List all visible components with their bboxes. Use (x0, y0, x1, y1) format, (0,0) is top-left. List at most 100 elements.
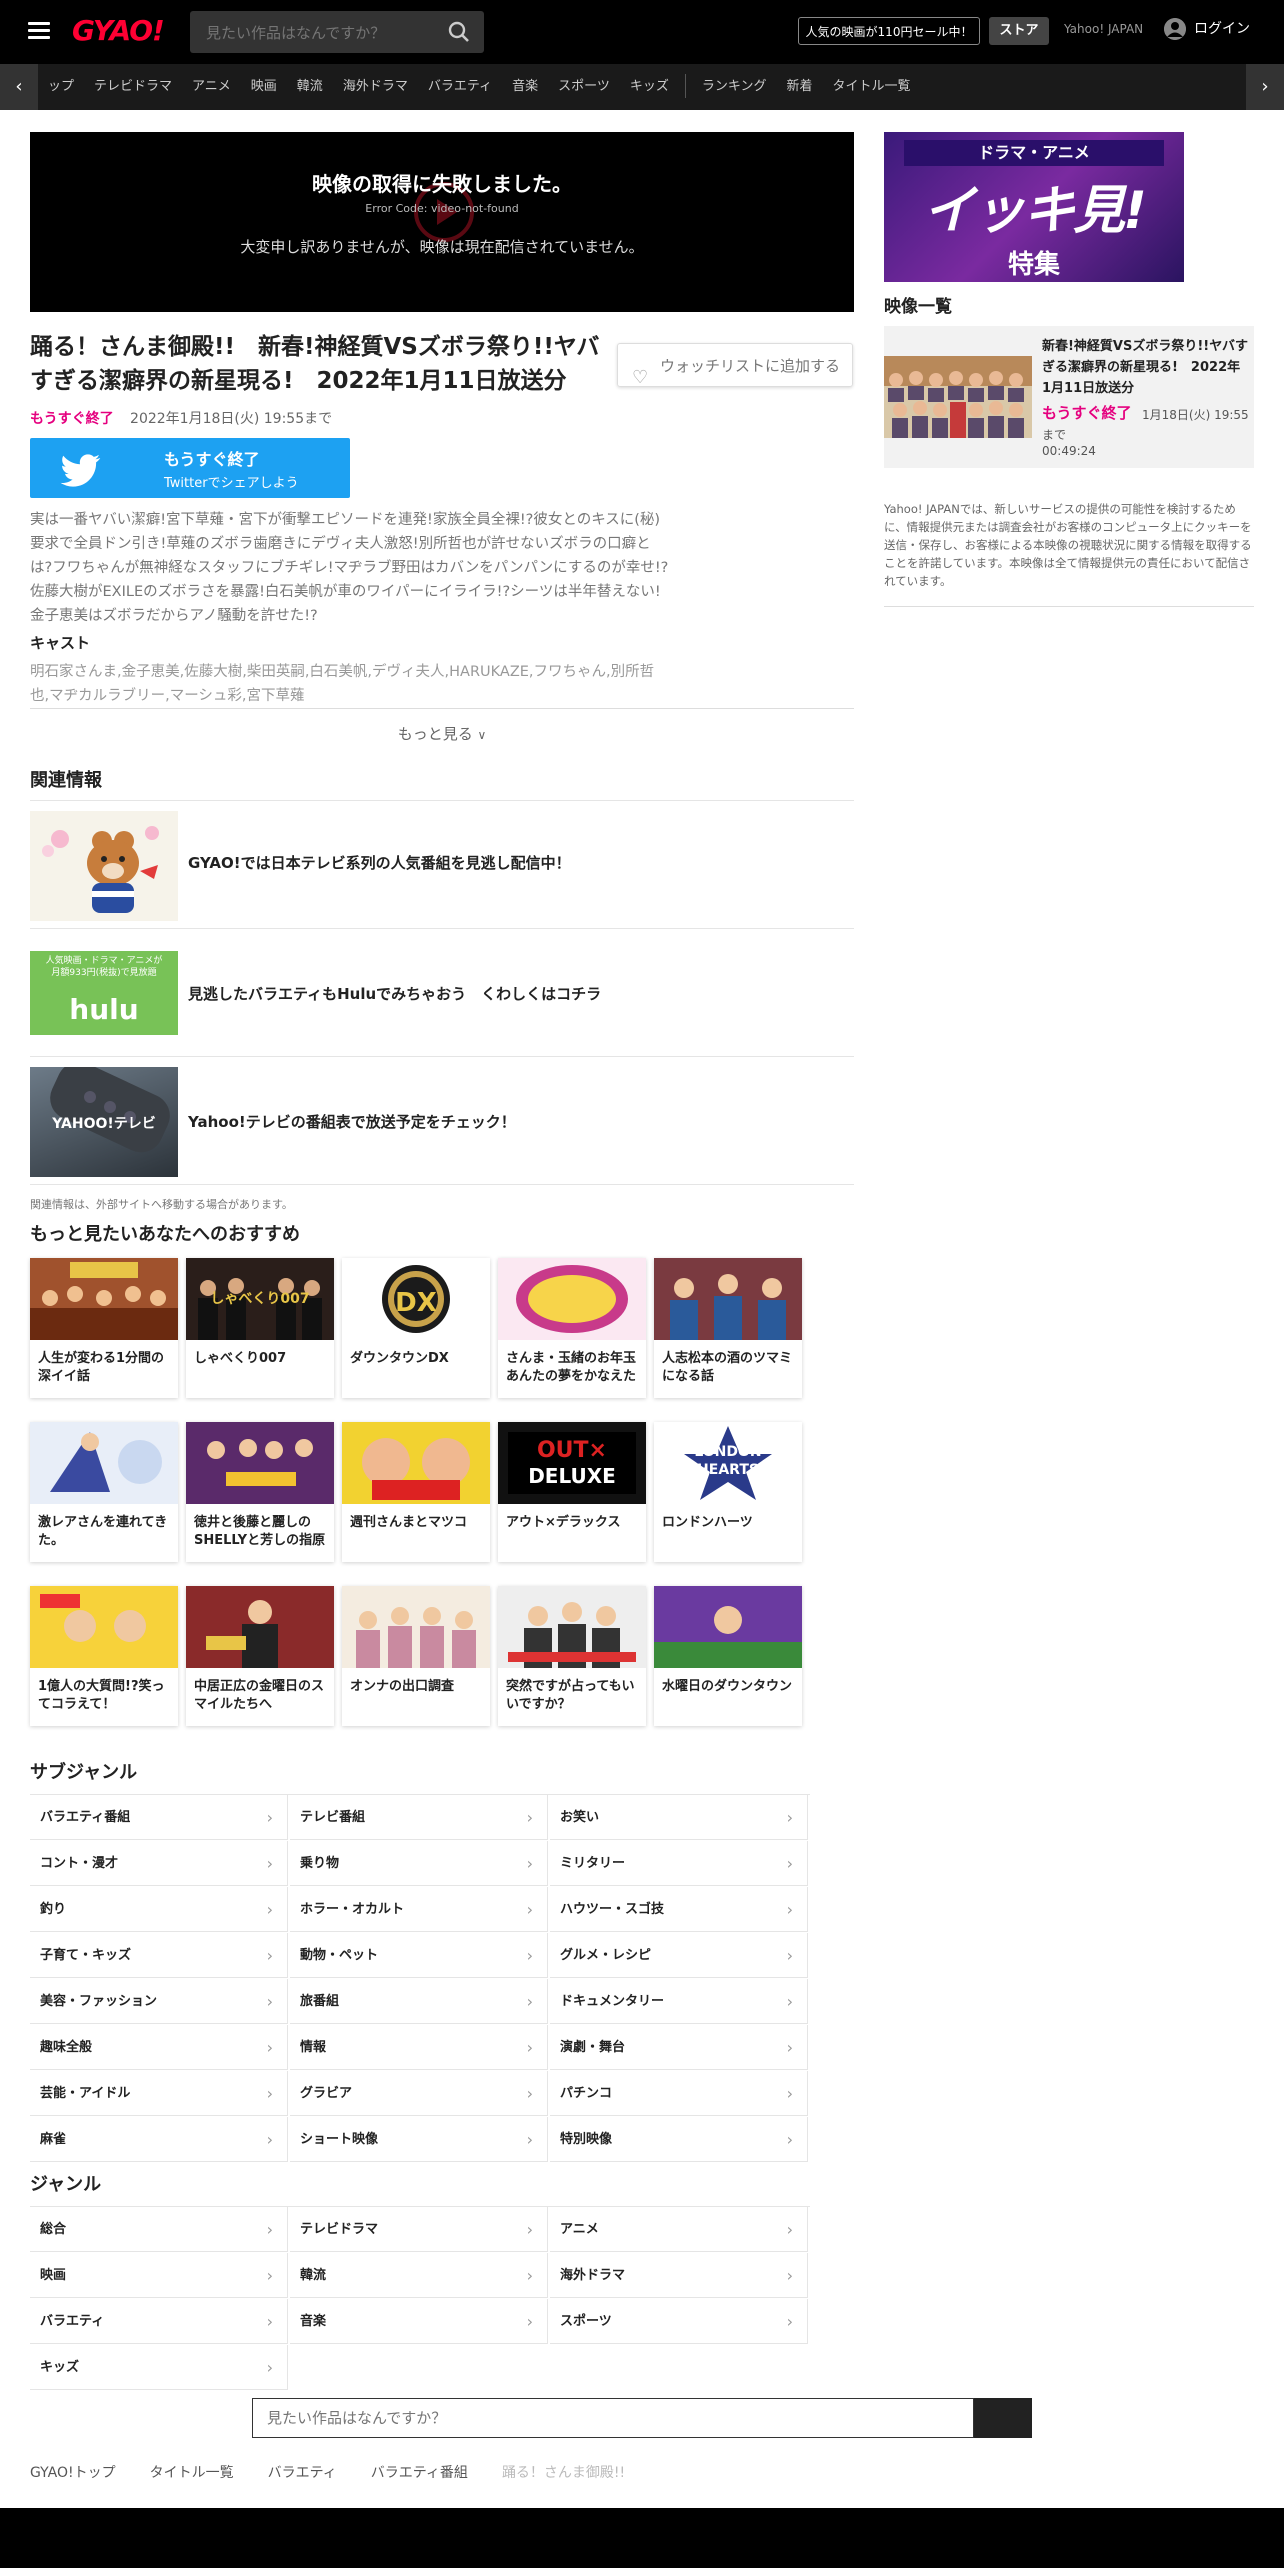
subgenre-item[interactable]: 釣り › (30, 1887, 288, 1932)
subgenre-heading: サブジャンル (30, 1762, 138, 1783)
sale-button[interactable]: 人気の映画が110円セール中！ (798, 17, 980, 45)
banner-sub: 特集 (1007, 250, 1060, 280)
genre-item[interactable]: 総合 › (30, 2207, 288, 2252)
subgenre-item[interactable]: 趣味全般 › (30, 2025, 288, 2070)
login-button[interactable]: ログイン (1164, 18, 1250, 40)
subgenre-label: 情報 (300, 2040, 327, 2055)
nav-item[interactable]: ランキング (702, 64, 767, 110)
more-button[interactable]: もっと見る ∨ (30, 708, 854, 759)
genre-item[interactable]: スポーツ › (550, 2299, 808, 2344)
subgenre-item[interactable]: 情報 › (290, 2025, 548, 2070)
recommend-thumb (186, 1422, 334, 1504)
search-icon[interactable] (448, 21, 470, 47)
recommend-card[interactable]: 人志松本の酒のツマミになる話 (654, 1258, 802, 1398)
genre-item[interactable]: バラエティ › (30, 2299, 288, 2344)
recommend-title: オンナの出口調査 (350, 1679, 455, 1694)
nav-item[interactable]: ップ (48, 64, 74, 110)
subgenre-item[interactable]: 演劇・舞台 › (550, 2025, 808, 2070)
thumb-title-2: DELUXE (528, 1464, 616, 1488)
nav-item[interactable]: 韓流 (297, 64, 323, 110)
video-card[interactable]: 新春!神経質VSズボラ祭り!!ヤバすぎる潔癖界の新星現る! 2022年1月11日… (884, 326, 1254, 468)
subgenre-item[interactable]: 美容・ファッション › (30, 1979, 288, 2024)
subgenre-item[interactable]: 芸能・アイドル › (30, 2071, 288, 2116)
logo[interactable]: GYAO! (72, 14, 165, 47)
store-button[interactable]: ストア (989, 17, 1049, 45)
genre-item[interactable]: 映画 › (30, 2253, 288, 2298)
subgenre-item[interactable]: テレビ番組 › (290, 1795, 548, 1840)
menu-icon[interactable] (28, 22, 50, 40)
recommend-card[interactable]: 中居正広の金曜日のスマイルたちへ (186, 1586, 334, 1726)
more-label: もっと見る (397, 725, 473, 743)
nav-item[interactable]: 海外ドラマ (343, 64, 408, 110)
nav-item[interactable]: アニメ (192, 64, 231, 110)
related-heading: 関連情報 (30, 770, 102, 791)
recommend-card[interactable]: オンナの出口調査 (342, 1586, 490, 1726)
bottom-search-input[interactable] (252, 2398, 974, 2438)
subgenre-item[interactable]: 特別映像 › (550, 2117, 808, 2162)
nav-item[interactable]: バラエティ (428, 64, 492, 110)
recommend-card[interactable]: 水曜日のダウンタウン (654, 1586, 802, 1726)
subgenre-item[interactable]: 動物・ペット › (290, 1933, 548, 1978)
breadcrumb-item[interactable]: バラエティ (268, 2465, 337, 2481)
nav-item[interactable]: 音楽 (512, 64, 538, 110)
subgenre-item[interactable]: ハウツー・スゴ技 › (550, 1887, 808, 1932)
subgenre-item[interactable]: コント・漫才 › (30, 1841, 288, 1886)
search-input[interactable] (204, 20, 428, 46)
breadcrumb-item[interactable]: バラエティ番組 (371, 2465, 468, 2481)
chevron-left-icon[interactable]: ‹ (0, 64, 38, 110)
nav-item[interactable]: タイトル一覧 (832, 64, 910, 110)
subgenre-item[interactable]: 麻雀 › (30, 2117, 288, 2162)
video-player[interactable]: 映像の取得に失敗しました。 Error Code: video-not-foun… (30, 132, 854, 312)
twitter-share-button[interactable]: もうすぐ終了 Twitterでシェアしよう (30, 438, 350, 498)
genre-item[interactable]: テレビドラマ › (290, 2207, 548, 2252)
subgenre-item[interactable]: グラビア › (290, 2071, 548, 2116)
genre-item[interactable]: 韓流 › (290, 2253, 548, 2298)
subgenre-item[interactable]: 旅番組 › (290, 1979, 548, 2024)
recommend-card[interactable]: さんま・玉緒のお年玉あんたの夢をかなえたろかSP (498, 1258, 646, 1398)
related-note: 関連情報は、外部サイトへ移動する場合があります。 (30, 1198, 293, 1211)
recommend-thumb (654, 1258, 802, 1340)
recommend-card[interactable]: 1億人の大質問!?笑ってコラえて！ (30, 1586, 178, 1726)
recommend-card[interactable]: 徳井と後藤と麗しのSHELLYと芳しの指原が今夜くらべてみました (186, 1422, 334, 1562)
chevron-right-icon[interactable]: › (1246, 64, 1284, 110)
subgenre-item[interactable]: パチンコ › (550, 2071, 808, 2116)
subgenre-item[interactable]: 乗り物 › (290, 1841, 548, 1886)
nav-item[interactable]: キッズ (630, 64, 669, 110)
genre-item[interactable]: アニメ › (550, 2207, 808, 2252)
breadcrumb-item[interactable]: GYAO!トップ (30, 2465, 116, 2481)
recommend-card[interactable]: 激レアさんを連れてきた。 (30, 1422, 178, 1562)
genre-item[interactable]: キッズ › (30, 2345, 288, 2390)
subgenre-item[interactable]: バラエティ番組 › (30, 1795, 288, 1840)
genre-heading: ジャンル (30, 2174, 102, 2195)
related-item[interactable]: GYAO!では日本テレビ系列の人気番組を見逃し配信中！ (30, 800, 854, 929)
recommend-card[interactable]: LONDON HEARTS ロンドンハーツ (654, 1422, 802, 1562)
nav-item[interactable]: 映画 (251, 64, 277, 110)
binge-banner[interactable]: ドラマ・アニメ イッキ見! 特集 (884, 132, 1184, 282)
genre-item[interactable]: 音楽 › (290, 2299, 548, 2344)
subgenre-item[interactable]: ショート映像 › (290, 2117, 548, 2162)
related-text: Yahoo!テレビの番組表で放送予定をチェック！ (188, 1113, 516, 1131)
related-item[interactable]: YAHOO!テレビ Yahoo!テレビの番組表で放送予定をチェック！ (30, 1056, 854, 1185)
recommend-heading: もっと見たいあなたへのおすすめ (30, 1224, 300, 1245)
recommend-card[interactable]: 週刊さんまとマツコ (342, 1422, 490, 1562)
subgenre-item[interactable]: ドキュメンタリー › (550, 1979, 808, 2024)
related-item[interactable]: 人気映画・ドラマ・アニメが 月額933円(税抜)で見放題 hulu 見逃したバラ… (30, 928, 854, 1057)
recommend-card[interactable]: 突然ですが占ってもいいですか？ (498, 1586, 646, 1726)
bottom-search-button[interactable] (974, 2398, 1032, 2438)
nav-item[interactable]: スポーツ (558, 64, 610, 110)
watchlist-button[interactable]: ♡ ウォッチリストに追加する (617, 343, 853, 388)
recommend-card[interactable]: 人生が変わる1分間の深イイ話 (30, 1258, 178, 1398)
yahoo-japan-link[interactable]: Yahoo! JAPAN (1064, 22, 1143, 36)
nav-item[interactable]: 新着 (786, 64, 812, 110)
subgenre-item[interactable]: ホラー・オカルト › (290, 1887, 548, 1932)
subgenre-item[interactable]: 子育て・キッズ › (30, 1933, 288, 1978)
breadcrumb-item[interactable]: タイトル一覧 (150, 2465, 234, 2481)
subgenre-item[interactable]: グルメ・レシピ › (550, 1933, 808, 1978)
recommend-card[interactable]: しゃべくり007 しゃべくり007 (186, 1258, 334, 1398)
nav-item[interactable]: テレビドラマ (94, 64, 172, 110)
subgenre-item[interactable]: ミリタリー › (550, 1841, 808, 1886)
recommend-card[interactable]: DX ダウンタウンDX (342, 1258, 490, 1398)
recommend-card[interactable]: OUT× DELUXE アウト×デラックス (498, 1422, 646, 1562)
genre-item[interactable]: 海外ドラマ › (550, 2253, 808, 2298)
subgenre-item[interactable]: お笑い › (550, 1795, 808, 1840)
